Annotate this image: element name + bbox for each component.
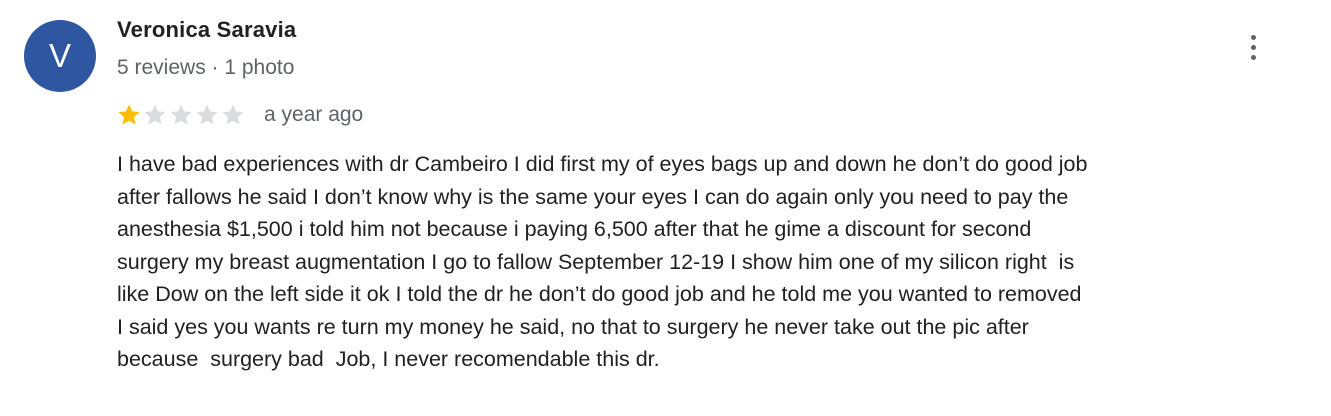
star-empty-icon	[196, 104, 218, 125]
star-rating	[116, 102, 246, 128]
star-filled-icon	[118, 104, 140, 125]
more-vert-icon-dot	[1251, 55, 1256, 60]
review-text-line: after fallows he said I don’t know why i…	[117, 184, 1069, 209]
more-options-button[interactable]	[1238, 28, 1270, 68]
rating-row: a year ago	[116, 100, 363, 130]
review-text-line: like Dow on the left side it ok I told t…	[117, 282, 1082, 306]
review-text-line: I have bad experiences with dr Cambeiro …	[117, 152, 1088, 176]
review-text-line: I said yes you wants re turn my money he…	[117, 314, 1029, 339]
star-empty-icon	[222, 104, 244, 125]
more-vert-icon-dot	[1251, 45, 1256, 50]
review-text-line: surgery my breast augmentation I go to f…	[117, 249, 1075, 274]
review-text-line: because surgery bad Job, I never recomen…	[117, 347, 660, 371]
star-empty-icon	[170, 104, 192, 125]
more-vert-icon	[1251, 35, 1256, 40]
reviewer-header: Veronica Saravia 5 reviews · 1 photo	[117, 16, 296, 82]
avatar-initial: V	[48, 37, 71, 74]
star-empty-icon	[144, 104, 166, 125]
avatar[interactable]: V	[24, 20, 96, 92]
reviewer-meta: 5 reviews · 1 photo	[117, 56, 295, 79]
review-date: a year ago	[264, 103, 364, 126]
review-text-line: anesthesia $1,500 i told him not because…	[117, 217, 1032, 241]
reviewer-name[interactable]: Veronica Saravia	[117, 16, 296, 44]
review-text: I have bad experiences with dr Cambeiro …	[117, 148, 1317, 376]
